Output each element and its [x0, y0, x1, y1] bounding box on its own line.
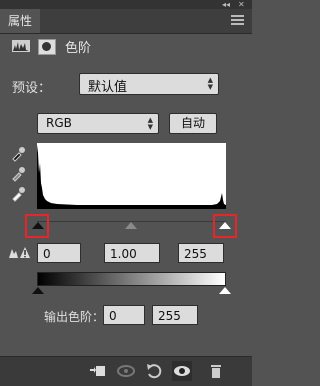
adjustment-title: 色阶: [65, 41, 92, 56]
properties-panel: ◂◂ ✕ 属性 色阶 预设： 默认值 ▲ ▼ RGB ▲ ▼ 自动 0 1.00…: [0, 0, 252, 386]
gray-point-eyedropper-icon[interactable]: [10, 166, 26, 182]
highlight-box-white-handle: [213, 214, 237, 238]
delete-adjustment-icon[interactable]: [206, 361, 226, 381]
preset-dropdown[interactable]: 默认值 ▲ ▼: [79, 73, 219, 95]
view-previous-state-icon[interactable]: [116, 361, 136, 381]
tab-properties[interactable]: 属性: [0, 9, 41, 33]
clip-to-layer-icon[interactable]: [88, 361, 108, 381]
input-gamma-field[interactable]: 1.00: [104, 243, 160, 263]
output-levels-label: 输出色阶：: [44, 310, 105, 324]
channel-dropdown[interactable]: RGB ▲ ▼: [37, 113, 159, 134]
close-panel-icon[interactable]: ✕: [238, 0, 245, 9]
output-black-slider-handle[interactable]: [32, 287, 44, 294]
black-point-eyedropper-icon[interactable]: [10, 146, 26, 162]
highlight-box-black-handle: [25, 214, 49, 238]
output-black-field[interactable]: 0: [103, 305, 145, 325]
levels-icon: [12, 40, 30, 52]
input-white-field[interactable]: 255: [178, 243, 224, 263]
preset-row: 预设： 默认值 ▲ ▼: [0, 72, 252, 98]
toggle-visibility-icon[interactable]: [172, 361, 192, 381]
input-gamma-slider-handle[interactable]: [125, 222, 137, 229]
input-black-field[interactable]: 0: [37, 243, 81, 263]
levels-histogram: [37, 143, 226, 209]
dropdown-arrows-icon: ▲ ▼: [207, 76, 213, 91]
collapse-panel-icon[interactable]: ◂◂: [222, 0, 230, 9]
preset-label: 预设：: [12, 81, 52, 96]
layer-mask-icon[interactable]: [38, 39, 56, 55]
clipping-warning-icon[interactable]: [8, 245, 30, 259]
output-gradient-bar: [37, 272, 226, 286]
bottom-toolbar: [0, 356, 252, 386]
adjustment-header: 色阶: [0, 34, 252, 60]
preset-value: 默认值: [88, 80, 128, 95]
output-white-field[interactable]: 255: [152, 305, 198, 325]
panel-menu-icon[interactable]: [231, 15, 244, 27]
auto-button[interactable]: 自动: [169, 113, 217, 134]
panel-top-strip: ◂◂ ✕: [0, 0, 252, 9]
tab-bar: 属性: [0, 9, 252, 34]
reset-adjustment-icon[interactable]: [144, 361, 164, 381]
channel-value: RGB: [46, 116, 72, 130]
dropdown-arrows-icon: ▲ ▼: [147, 116, 153, 131]
white-point-eyedropper-icon[interactable]: [10, 186, 26, 202]
output-white-slider-handle[interactable]: [219, 287, 231, 294]
